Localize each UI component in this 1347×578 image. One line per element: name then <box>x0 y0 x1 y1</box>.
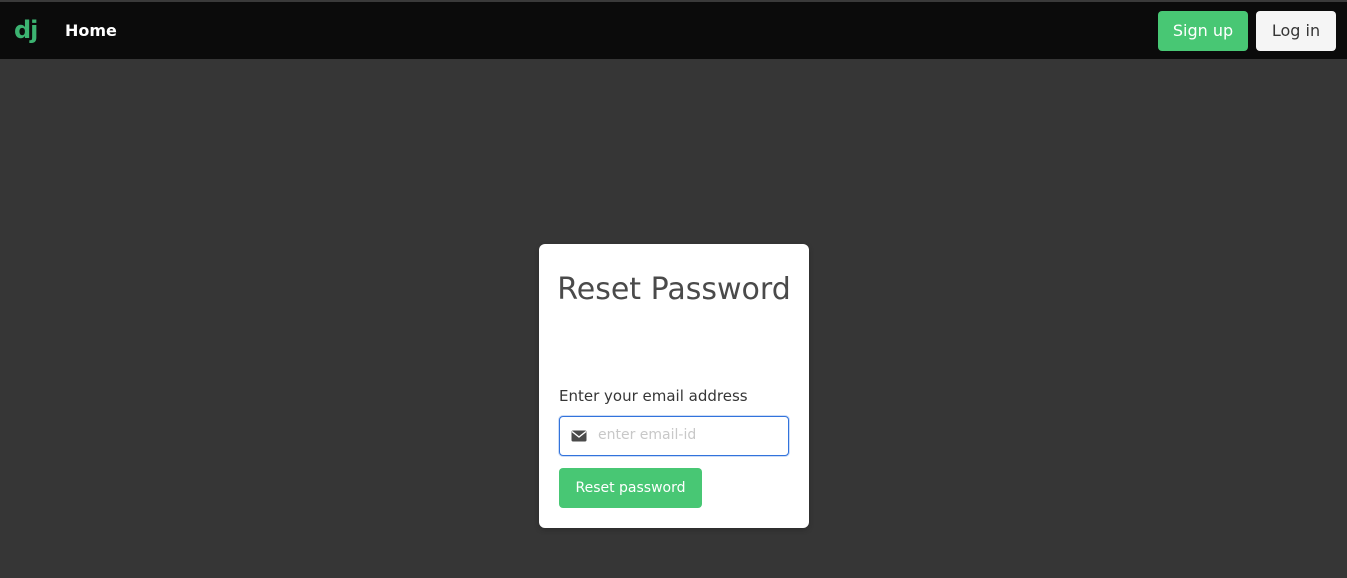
login-button[interactable]: Log in <box>1256 11 1336 51</box>
email-field[interactable] <box>559 416 789 456</box>
email-input[interactable] <box>598 418 778 452</box>
nav-home-link[interactable]: Home <box>65 21 117 41</box>
django-logo[interactable]: dj <box>14 16 38 44</box>
email-label: Enter your email address <box>559 387 748 405</box>
reset-password-button[interactable]: Reset password <box>559 468 702 508</box>
page-title: Reset Password <box>557 272 791 307</box>
signup-button[interactable]: Sign up <box>1158 11 1248 51</box>
reset-password-card: Reset Password Enter your email address … <box>539 244 809 528</box>
envelope-icon <box>571 428 587 444</box>
navbar: dj Home Sign up Log in <box>0 2 1347 59</box>
